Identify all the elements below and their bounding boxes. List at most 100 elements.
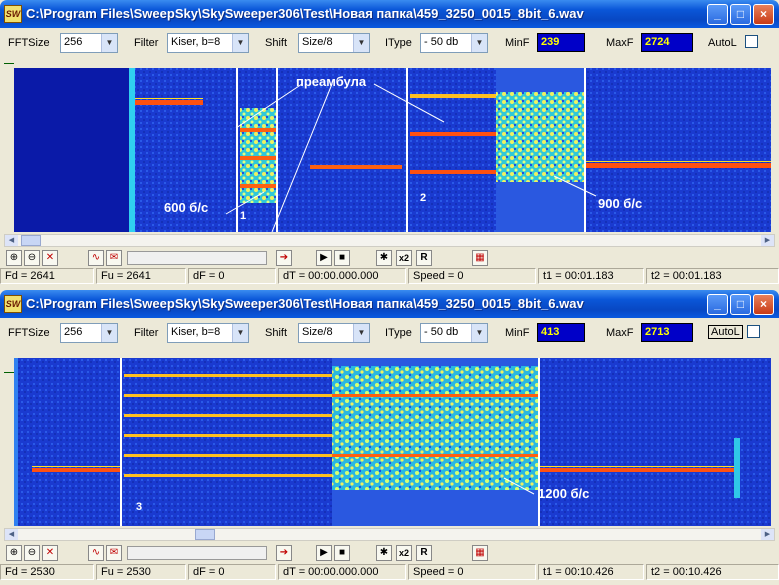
status-fu: Fu = 2530	[96, 564, 186, 580]
tone-line-edge	[586, 161, 771, 162]
edge-band	[14, 358, 18, 526]
x2-button[interactable]: x2	[396, 250, 412, 266]
tone-line	[32, 468, 120, 472]
tool-buttons: ⊕ ⊖ ✕ ∿ ✉ ➔ ▶ ■ ✱ x2 R ▦	[4, 248, 775, 268]
minf-label: MinF	[505, 37, 530, 49]
chevron-down-icon[interactable]: ▼	[471, 34, 487, 52]
chevron-down-icon[interactable]: ▼	[471, 324, 487, 342]
zoom-reset-icon[interactable]: ✕	[42, 545, 58, 561]
cursor-line	[406, 68, 408, 232]
impulse-line	[129, 68, 135, 232]
tool-buttons: ⊕ ⊖ ✕ ∿ ✉ ➔ ▶ ■ ✱ x2 R ▦	[4, 543, 775, 563]
zoom-in-icon[interactable]: ⊕	[6, 545, 22, 561]
fftsize-select[interactable]: 256 ▼	[60, 323, 118, 343]
r-button[interactable]: R	[416, 545, 432, 561]
position-slider[interactable]	[127, 251, 267, 265]
close-button[interactable]: ×	[753, 294, 774, 315]
chevron-down-icon[interactable]: ▼	[101, 324, 117, 342]
close-button[interactable]: ×	[753, 4, 774, 25]
chevron-down-icon[interactable]: ▼	[232, 324, 248, 342]
x2-button[interactable]: x2	[396, 545, 412, 561]
horizontal-scrollbar[interactable]: ◀ ▶	[4, 528, 775, 541]
shift-select[interactable]: Size/8 ▼	[298, 323, 370, 343]
palette-icon[interactable]: ▦	[472, 545, 488, 561]
scroll-right-icon[interactable]: ▶	[761, 529, 774, 540]
horizontal-scrollbar[interactable]: ◀ ▶	[4, 234, 775, 247]
envelope-icon[interactable]: ✉	[106, 545, 122, 561]
play-icon[interactable]: ▶	[316, 545, 332, 561]
zoom-out-icon[interactable]: ⊖	[24, 545, 40, 561]
position-slider[interactable]	[127, 546, 267, 560]
r-button[interactable]: R	[416, 250, 432, 266]
envelope-icon[interactable]: ✉	[106, 250, 122, 266]
maxf-value[interactable]: 2713	[641, 323, 693, 342]
shift-select[interactable]: Size/8 ▼	[298, 33, 370, 53]
burst-1200	[332, 366, 538, 490]
autol-label[interactable]: AutoL	[708, 325, 743, 339]
itype-select[interactable]: - 50 db ▼	[420, 33, 488, 53]
filter-select[interactable]: Kiser, b=8 ▼	[167, 323, 249, 343]
scroll-thumb[interactable]	[195, 529, 215, 540]
status-bar: Fd = 2530 Fu = 2530 dF = 0 dT = 00:00.00…	[0, 564, 779, 580]
minf-value[interactable]: 239	[537, 33, 585, 52]
frequency-tick	[4, 63, 14, 64]
zoom-out-icon[interactable]: ⊖	[24, 250, 40, 266]
autol-checkbox[interactable]	[745, 35, 758, 48]
status-speed: Speed = 0	[408, 268, 536, 284]
spectrum-icon[interactable]: ∿	[88, 545, 104, 561]
maximize-button[interactable]: □	[730, 294, 751, 315]
tone-line	[240, 128, 276, 132]
filter-select[interactable]: Kiser, b=8 ▼	[167, 33, 249, 53]
chevron-down-icon[interactable]: ▼	[353, 34, 369, 52]
fftsize-select[interactable]: 256 ▼	[60, 33, 118, 53]
status-t1: t1 = 00:10.426	[538, 564, 644, 580]
autol-label: AutoL	[708, 37, 737, 49]
play-icon[interactable]: ▶	[316, 250, 332, 266]
burst-900	[496, 92, 584, 182]
export-icon[interactable]: ➔	[276, 250, 292, 266]
marker-icon[interactable]: ✱	[376, 545, 392, 561]
maximize-button[interactable]: □	[730, 4, 751, 25]
marker-icon[interactable]: ✱	[376, 250, 392, 266]
tone-line-edge	[32, 466, 120, 467]
scroll-thumb[interactable]	[21, 235, 41, 246]
chevron-down-icon[interactable]: ▼	[232, 34, 248, 52]
filter-label: Filter	[134, 37, 159, 49]
zoom-reset-icon[interactable]: ✕	[42, 250, 58, 266]
status-t2: t2 = 00:01.183	[646, 268, 779, 284]
status-fd: Fd = 2641	[0, 268, 94, 284]
spectrogram-svg	[14, 68, 771, 232]
minimize-button[interactable]: _	[707, 4, 728, 25]
scroll-left-icon[interactable]: ◀	[5, 235, 18, 246]
palette-icon[interactable]: ▦	[472, 250, 488, 266]
title-bar[interactable]: SW C:\Program Files\SweepSky\SkySweeper3…	[0, 290, 779, 318]
tone-line	[410, 94, 496, 98]
cursor-line	[120, 358, 122, 526]
tone-line	[410, 132, 496, 136]
chevron-down-icon[interactable]: ▼	[353, 324, 369, 342]
itype-select[interactable]: - 50 db ▼	[420, 323, 488, 343]
tone-line	[124, 394, 332, 397]
spectrum-icon[interactable]: ∿	[88, 250, 104, 266]
minimize-button[interactable]: _	[707, 294, 728, 315]
spectrogram-canvas[interactable]: 1200 б/с 3	[14, 358, 771, 526]
export-icon[interactable]: ➔	[276, 545, 292, 561]
tone-line-edge	[540, 466, 736, 467]
scroll-right-icon[interactable]: ▶	[761, 235, 774, 246]
shift-label: Shift	[265, 37, 288, 49]
silence-region	[14, 68, 132, 232]
tone-line	[135, 100, 203, 105]
itype-value: - 50 db	[424, 36, 459, 48]
status-speed: Speed = 0	[408, 564, 536, 580]
stop-icon[interactable]: ■	[334, 545, 350, 561]
maxf-value[interactable]: 2724	[641, 33, 693, 52]
title-bar[interactable]: SW C:\Program Files\SweepSky\SkySweeper3…	[0, 0, 779, 28]
spectrogram-canvas[interactable]: преамбула 600 б/с 900 б/с 1 2	[14, 68, 771, 232]
tone-line	[310, 165, 402, 169]
minf-value[interactable]: 413	[537, 323, 585, 342]
stop-icon[interactable]: ■	[334, 250, 350, 266]
autol-checkbox[interactable]	[747, 325, 760, 338]
chevron-down-icon[interactable]: ▼	[101, 34, 117, 52]
scroll-left-icon[interactable]: ◀	[5, 529, 18, 540]
zoom-in-icon[interactable]: ⊕	[6, 250, 22, 266]
